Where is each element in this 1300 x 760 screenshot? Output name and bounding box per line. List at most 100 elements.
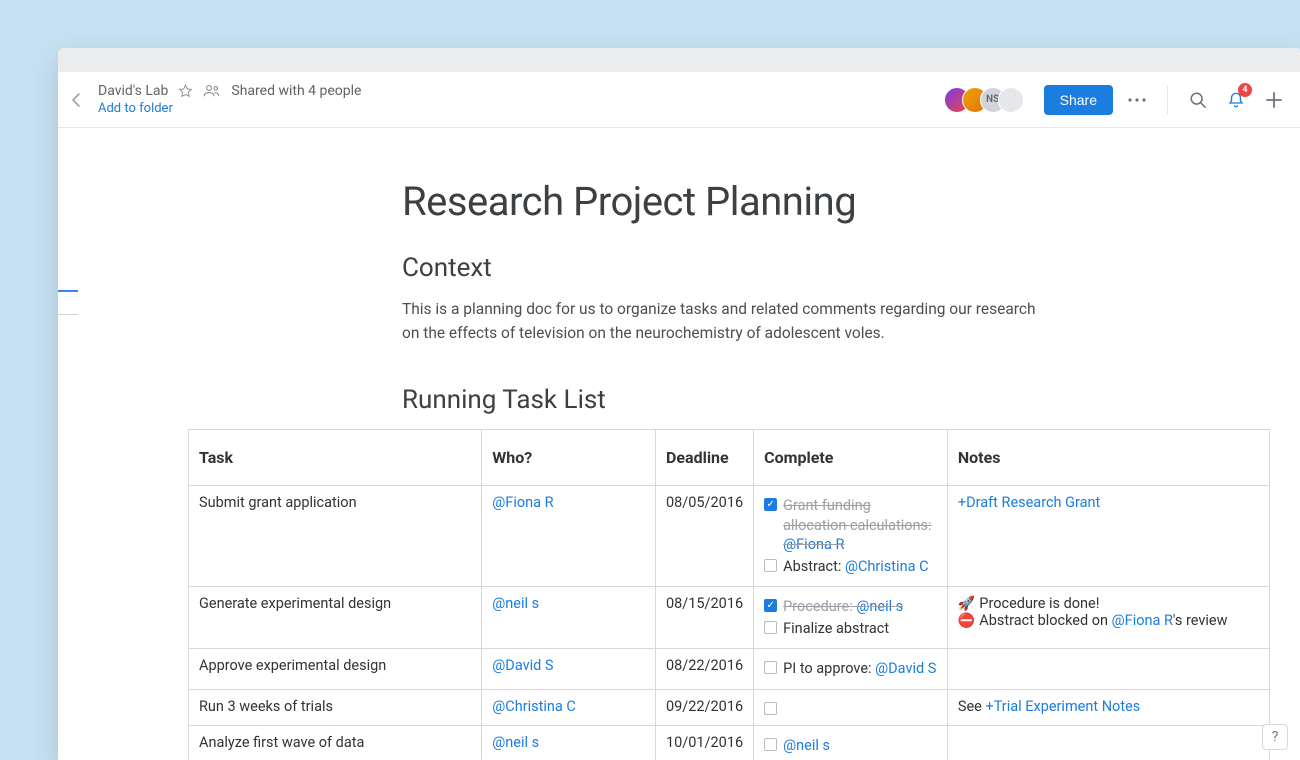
help-button[interactable]: ? [1262,724,1288,750]
cell-deadline[interactable]: 08/05/2016 [655,486,753,587]
workspace-name[interactable]: David's Lab [98,83,168,99]
document-link[interactable]: +Trial Experiment Notes [985,698,1140,715]
mention[interactable]: @neil s [783,737,830,754]
outline-current-indicator[interactable] [58,290,78,292]
column-header-complete[interactable]: Complete [754,430,948,486]
cell-task[interactable]: Run 3 weeks of trials [189,689,482,725]
mention[interactable]: @neil s [492,734,539,751]
column-header-notes[interactable]: Notes [947,430,1269,486]
task-table: Task Who? Deadline Complete Notes Submit… [188,429,1270,760]
avatar[interactable] [998,87,1024,113]
mention[interactable]: @Fiona R [1112,612,1173,629]
table-row: Analyze first wave of data @neil s 10/01/2… [189,725,1270,760]
header-title-block: David's Lab Shared with 4 people Add to … [98,83,361,116]
checkbox-label[interactable]: Grant funding allocation calculations: @… [783,496,937,555]
section-heading-context[interactable]: Context [402,253,1230,283]
share-button[interactable]: Share [1044,85,1113,115]
star-icon[interactable] [178,84,193,99]
checkbox-label[interactable]: @neil s [783,736,830,756]
checkbox[interactable] [764,498,777,511]
back-button[interactable] [64,88,88,112]
table-row: Run 3 weeks of trials @Christina C 09/22/2… [189,689,1270,725]
cell-deadline[interactable]: 08/15/2016 [655,587,753,649]
mention[interactable]: @Fiona R [783,536,844,553]
note-line[interactable]: 🚀Procedure is done! [958,595,1259,612]
create-button[interactable] [1260,86,1288,114]
column-header-deadline[interactable]: Deadline [655,430,753,486]
cell-who[interactable]: @neil s [482,587,656,649]
cell-who[interactable]: @Fiona R [482,486,656,587]
section-heading-tasklist[interactable]: Running Task List [402,385,1230,415]
people-icon [203,84,221,98]
cell-complete[interactable]: Procedure: @neil sFinalize abstract [754,587,948,649]
collaborator-avatars[interactable]: NS [944,87,1024,113]
plus-icon [1266,92,1282,108]
mention[interactable]: @David S [875,660,936,677]
cell-who[interactable]: @Christina C [482,689,656,725]
column-header-who[interactable]: Who? [482,430,656,486]
search-icon [1189,91,1207,109]
document-title[interactable]: Research Project Planning [402,178,1230,225]
cell-task[interactable]: Submit grant application [189,486,482,587]
checkbox[interactable] [764,559,777,572]
table-row: Generate experimental design @neil s 08/15… [189,587,1270,649]
cell-complete[interactable]: PI to approve: @David S [754,649,948,690]
cell-task[interactable]: Analyze first wave of data [189,725,482,760]
emoji-icon: ⛔ [958,613,975,629]
document-body: Research Project Planning Context This i… [58,128,1300,760]
checkbox-label[interactable]: PI to approve: @David S [783,659,936,679]
cell-deadline[interactable]: 10/01/2016 [655,725,753,760]
mention[interactable]: @neil s [856,598,903,615]
mention[interactable]: @neil s [492,595,539,612]
outline-item-indicator[interactable] [58,314,78,315]
cell-complete[interactable]: @neil s [754,725,948,760]
cell-complete[interactable]: Grant funding allocation calculations: @… [754,486,948,587]
ellipsis-icon [1128,98,1146,102]
document-window: David's Lab Shared with 4 people Add to … [58,48,1300,760]
checkbox[interactable] [764,599,777,612]
mention[interactable]: @Christina C [492,698,576,715]
checkbox[interactable] [764,702,777,715]
cell-task[interactable]: Approve experimental design [189,649,482,690]
emoji-icon: 🚀 [958,596,975,612]
table-row: Submit grant application @Fiona R 08/05/20… [189,486,1270,587]
outline-sidebar-stub [58,268,78,315]
document-link[interactable]: +Draft Research Grant [958,494,1100,511]
checkbox[interactable] [764,738,777,751]
checkbox-label[interactable]: Abstract: @Christina C [783,557,928,577]
more-menu-button[interactable] [1123,86,1151,114]
cell-notes[interactable] [947,649,1269,690]
table-header-row: Task Who? Deadline Complete Notes [189,430,1270,486]
notification-count-badge: 4 [1238,83,1252,97]
cell-complete[interactable] [754,689,948,725]
cell-who[interactable]: @neil s [482,725,656,760]
chevron-left-icon [72,93,81,107]
column-header-task[interactable]: Task [189,430,482,486]
checkbox-label[interactable]: Procedure: @neil s [783,597,903,617]
mention[interactable]: @David S [492,657,553,674]
cell-task[interactable]: Generate experimental design [189,587,482,649]
checkbox[interactable] [764,621,777,634]
checkbox[interactable] [764,661,777,674]
separator [1167,86,1168,114]
checkbox-label[interactable]: Finalize abstract [783,619,889,639]
cell-who[interactable]: @David S [482,649,656,690]
mention[interactable]: @Christina C [845,558,929,575]
table-row: Approve experimental design @David S 08/22… [189,649,1270,690]
context-paragraph[interactable]: This is a planning doc for us to organiz… [402,297,1042,345]
cell-notes[interactable]: 🚀Procedure is done!⛔Abstract blocked on … [947,587,1269,649]
document-header: David's Lab Shared with 4 people Add to … [58,72,1300,128]
search-button[interactable] [1184,86,1212,114]
note-line[interactable]: See +Trial Experiment Notes [958,698,1259,715]
cell-notes[interactable]: See +Trial Experiment Notes [947,689,1269,725]
add-to-folder-link[interactable]: Add to folder [98,101,361,116]
cell-notes[interactable]: +Draft Research Grant [947,486,1269,587]
notifications-button[interactable]: 4 [1222,86,1250,114]
cell-deadline[interactable]: 08/22/2016 [655,649,753,690]
mention[interactable]: @Fiona R [492,494,553,511]
shared-with-label[interactable]: Shared with 4 people [231,83,361,99]
cell-deadline[interactable]: 09/22/2016 [655,689,753,725]
note-line[interactable]: ⛔Abstract blocked on @Fiona R's review [958,612,1259,629]
window-tabs-bar [58,48,1300,72]
cell-notes[interactable] [947,725,1269,760]
